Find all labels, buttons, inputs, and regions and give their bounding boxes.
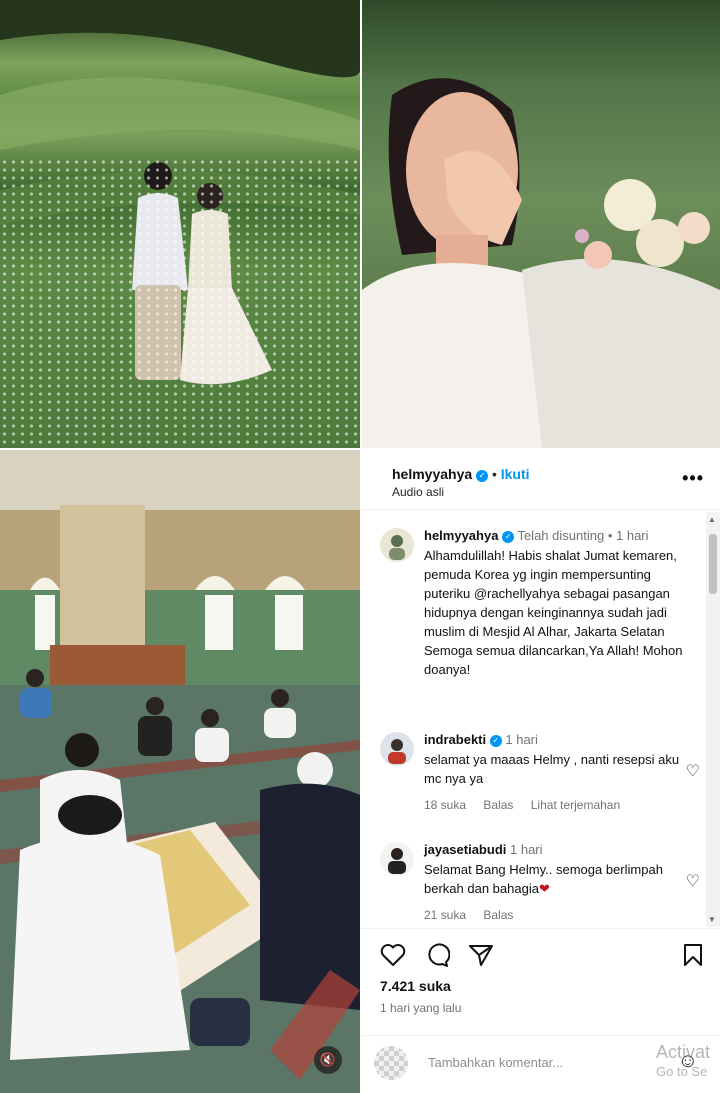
comment-bubble-icon[interactable] bbox=[424, 943, 450, 967]
scroll-up-arrow-icon[interactable]: ▲ bbox=[708, 515, 716, 524]
activate-windows-watermark: Activat Go to Se bbox=[656, 1042, 720, 1082]
comments-list: helmyyahya ✓ Telah disunting • 1 hari Al… bbox=[362, 512, 706, 927]
like-comment-heart-icon[interactable]: ♡ bbox=[686, 762, 700, 781]
instagram-post-panel: helmyyahya ✓ • Ikuti Audio asli ••• helm… bbox=[362, 450, 720, 1093]
comment-input[interactable]: Tambahkan komentar... bbox=[428, 1055, 563, 1070]
mosque-illustration bbox=[0, 450, 360, 1093]
photo-mosque-ceremony: 🔇 bbox=[0, 450, 360, 1093]
red-heart-emoji-icon: ❤ bbox=[538, 881, 550, 896]
scroll-down-arrow-icon[interactable]: ▼ bbox=[708, 915, 716, 924]
wildflower-texture bbox=[0, 158, 360, 448]
avatar-jayasetiabudi-icon bbox=[380, 842, 414, 876]
post-header: helmyyahya ✓ • Ikuti Audio asli ••• bbox=[362, 450, 720, 510]
comment-username[interactable]: helmyyahya bbox=[424, 528, 498, 543]
comment-username[interactable]: jayasetiabudi bbox=[424, 842, 506, 857]
separator-dot: • bbox=[491, 466, 497, 482]
reply-button[interactable]: Balas bbox=[483, 908, 513, 922]
comment-likes-count[interactable]: 21 suka bbox=[424, 908, 466, 922]
watermark-line-2: Go to Se bbox=[656, 1064, 708, 1079]
avatar[interactable] bbox=[380, 528, 414, 562]
bride-illustration bbox=[362, 78, 720, 448]
share-send-icon[interactable] bbox=[468, 943, 494, 967]
comment-actions: 18 suka Balas Lihat terjemahan bbox=[424, 796, 696, 815]
current-user-avatar bbox=[374, 1046, 408, 1080]
verified-badge-icon: ✓ bbox=[502, 531, 515, 543]
more-options-icon[interactable]: ••• bbox=[682, 468, 704, 489]
mute-toggle-button[interactable]: 🔇 bbox=[314, 1046, 342, 1074]
photo-couple-field bbox=[0, 0, 360, 448]
avatar-helmyyahya-icon bbox=[380, 528, 414, 562]
comment-text: selamat ya maaas Helmy , nanti resepsi a… bbox=[424, 752, 680, 786]
comment-likes-count[interactable]: 18 suka bbox=[424, 798, 466, 812]
avatar[interactable] bbox=[380, 842, 414, 876]
comment-actions: 21 suka Balas bbox=[424, 906, 696, 925]
translate-button[interactable]: Lihat terjemahan bbox=[531, 798, 620, 812]
reply-button[interactable]: Balas bbox=[483, 798, 513, 812]
separator-dot: • bbox=[607, 528, 613, 543]
avatar[interactable] bbox=[380, 732, 414, 766]
scrollbar-thumb[interactable] bbox=[709, 534, 717, 594]
bookmark-save-icon[interactable] bbox=[682, 943, 704, 967]
follow-button[interactable]: Ikuti bbox=[501, 466, 530, 482]
like-heart-icon[interactable] bbox=[380, 943, 406, 967]
comment-username[interactable]: indrabekti bbox=[424, 732, 486, 747]
comments-scrollbar[interactable]: ▲ ▼ bbox=[706, 512, 720, 927]
watermark-line-1: Activat bbox=[656, 1042, 711, 1062]
edited-label: Telah disunting bbox=[517, 528, 605, 543]
post-author-row: helmyyahya ✓ • Ikuti bbox=[392, 466, 530, 482]
comment-text: Selamat Bang Helmy.. semoga berlimpah be… bbox=[424, 860, 696, 898]
comment-time: 1 hari bbox=[510, 842, 543, 857]
verified-badge-icon: ✓ bbox=[476, 470, 489, 482]
comment-time: 1 hari bbox=[505, 732, 538, 747]
likes-count[interactable]: 7.421 suka bbox=[380, 978, 451, 994]
avatar-indrabekti-icon bbox=[380, 732, 414, 766]
caption-text: Alhamdulillah! Habis shalat Jumat kemare… bbox=[424, 548, 683, 677]
post-timestamp[interactable]: 1 hari yang lalu bbox=[380, 1001, 461, 1015]
photo-bride-closeup bbox=[362, 0, 720, 448]
comment-time: 1 hari bbox=[616, 528, 649, 543]
audio-label[interactable]: Audio asli bbox=[392, 485, 444, 499]
like-comment-heart-icon[interactable]: ♡ bbox=[686, 872, 700, 891]
verified-badge-icon: ✓ bbox=[489, 735, 502, 747]
post-username[interactable]: helmyyahya bbox=[392, 466, 472, 482]
